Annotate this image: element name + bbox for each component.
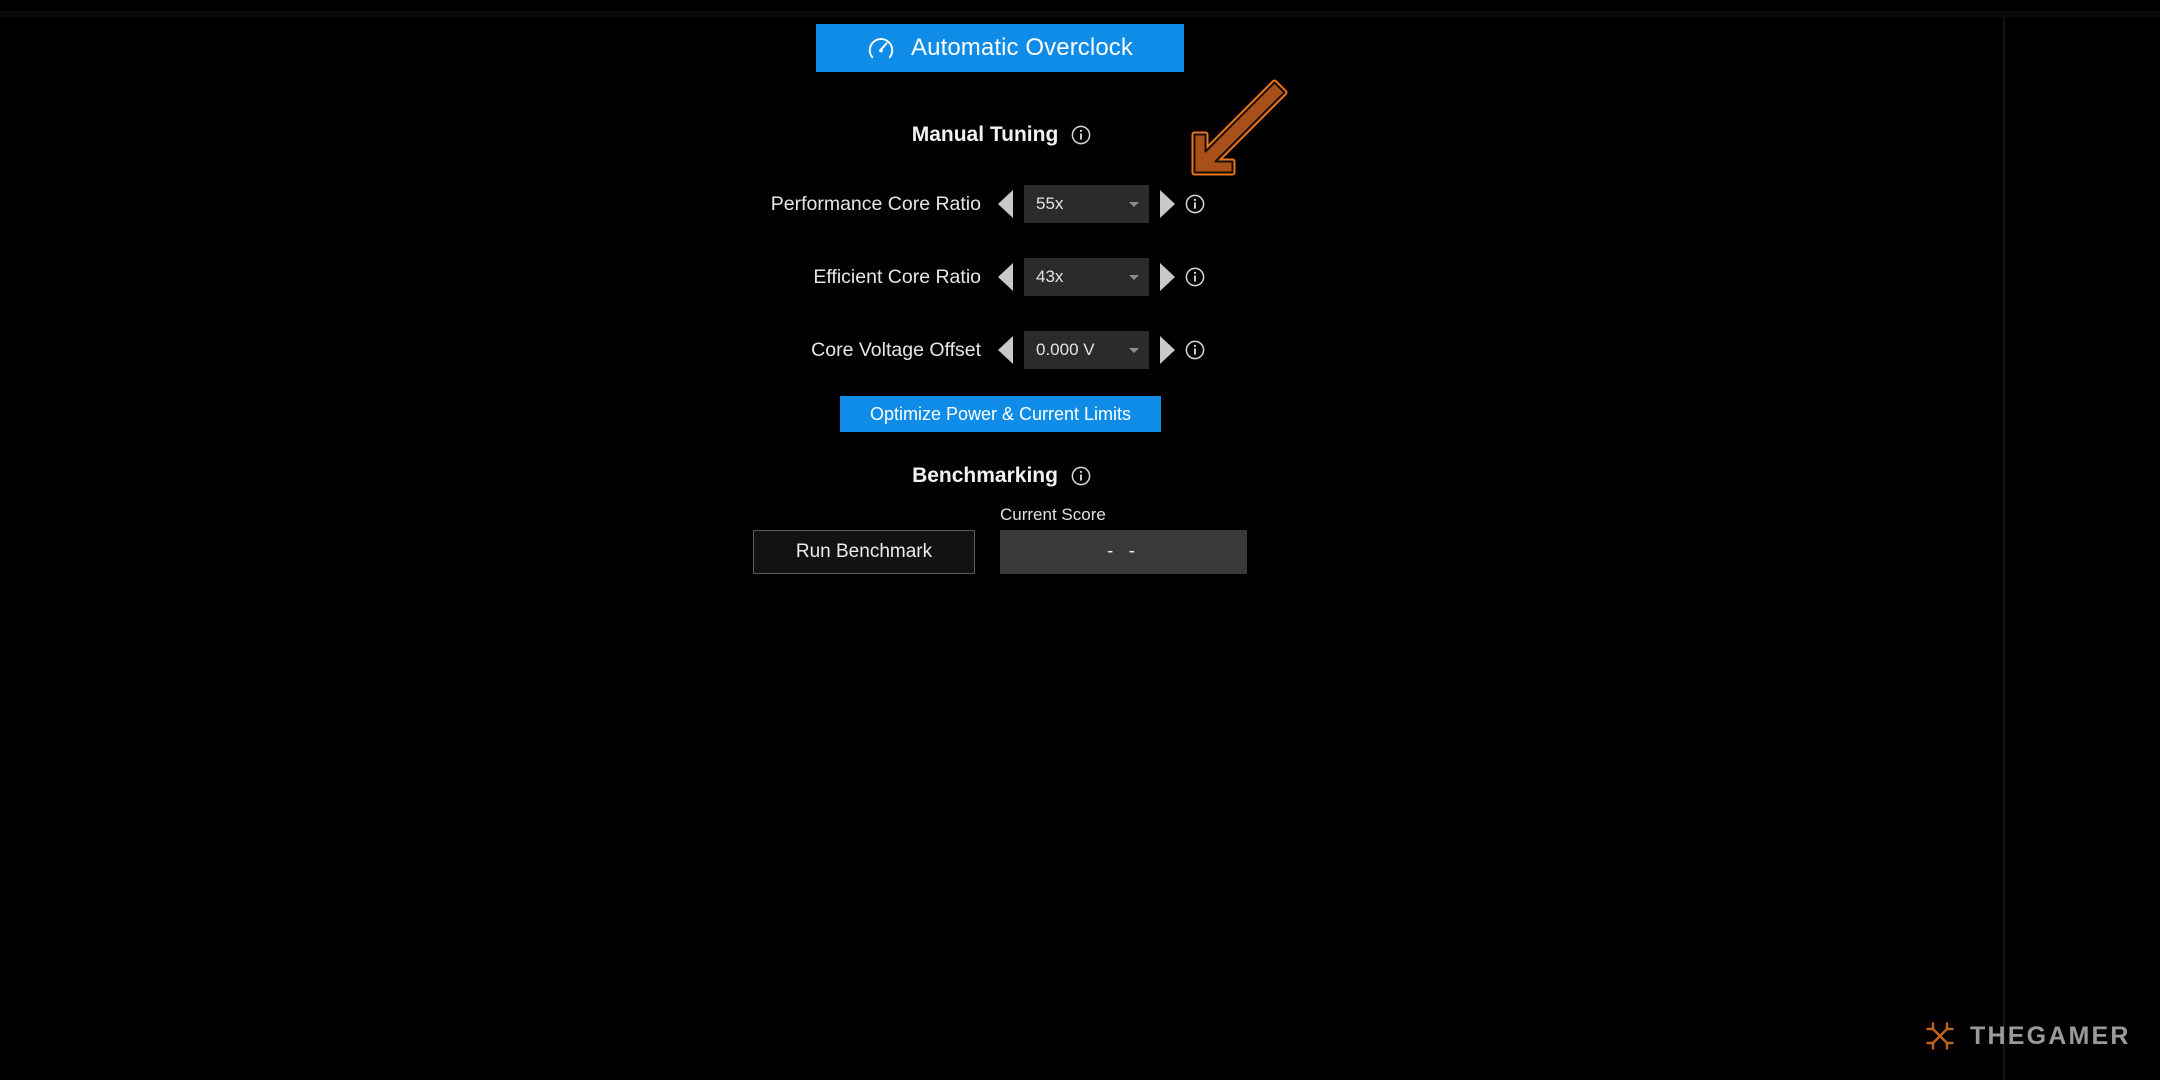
benchmarking-title: Benchmarking [912,464,1058,487]
info-icon[interactable] [1185,340,1205,360]
panel-right-divider [2003,17,2005,1080]
efficient-core-ratio-select[interactable]: 43x [1024,258,1149,296]
chevron-down-icon [1129,348,1139,353]
current-score-label: Current Score [1000,505,1106,524]
automatic-overclock-button[interactable]: Automatic Overclock [816,24,1184,72]
watermark-text: THEGAMER [1970,1021,2131,1050]
efficient-core-ratio-value: 43x [1036,267,1064,286]
tuning-row-performance-core-ratio: Performance Core Ratio 55x [0,184,2003,224]
tuning-row-label: Efficient Core Ratio [813,265,981,288]
chevron-down-icon [1129,202,1139,207]
triangle-right-icon[interactable] [1160,263,1175,291]
triangle-left-icon[interactable] [998,190,1013,218]
info-icon[interactable] [1071,466,1091,486]
core-voltage-offset-select[interactable]: 0.000 V [1024,331,1149,369]
performance-core-ratio-select[interactable]: 55x [1024,185,1149,223]
triangle-left-icon[interactable] [998,336,1013,364]
thegamer-logo-icon [1922,1018,1958,1054]
benchmarking-controls: Run Benchmark Current Score - - [753,505,1253,575]
manual-tuning-title: Manual Tuning [911,123,1059,146]
tuning-row-core-voltage-offset: Core Voltage Offset 0.000 V [0,330,2003,370]
triangle-right-icon[interactable] [1160,190,1175,218]
watermark: THEGAMER [1922,1018,2131,1054]
info-icon[interactable] [1185,267,1205,287]
info-icon[interactable] [1071,125,1091,145]
triangle-right-icon[interactable] [1160,336,1175,364]
triangle-left-icon[interactable] [998,263,1013,291]
tuning-row-label: Performance Core Ratio [770,192,981,215]
manual-tuning-heading: Manual Tuning [0,123,2003,147]
core-voltage-offset-value: 0.000 V [1036,340,1095,359]
gauge-icon [867,34,895,62]
run-benchmark-button[interactable]: Run Benchmark [753,530,975,574]
optimize-power-current-limits-button[interactable]: Optimize Power & Current Limits [840,396,1161,432]
performance-core-ratio-value: 55x [1036,194,1064,213]
info-icon[interactable] [1185,194,1205,214]
chevron-down-icon [1129,275,1139,280]
benchmarking-heading: Benchmarking [0,464,2003,488]
overclock-panel: Automatic Overclock Manual Tuning Perfor… [0,0,2003,1080]
current-score-value: - - [1000,530,1247,574]
tuning-row-label: Core Voltage Offset [811,338,981,361]
tuning-row-efficient-core-ratio: Efficient Core Ratio 43x [0,257,2003,297]
automatic-overclock-label: Automatic Overclock [911,34,1133,61]
